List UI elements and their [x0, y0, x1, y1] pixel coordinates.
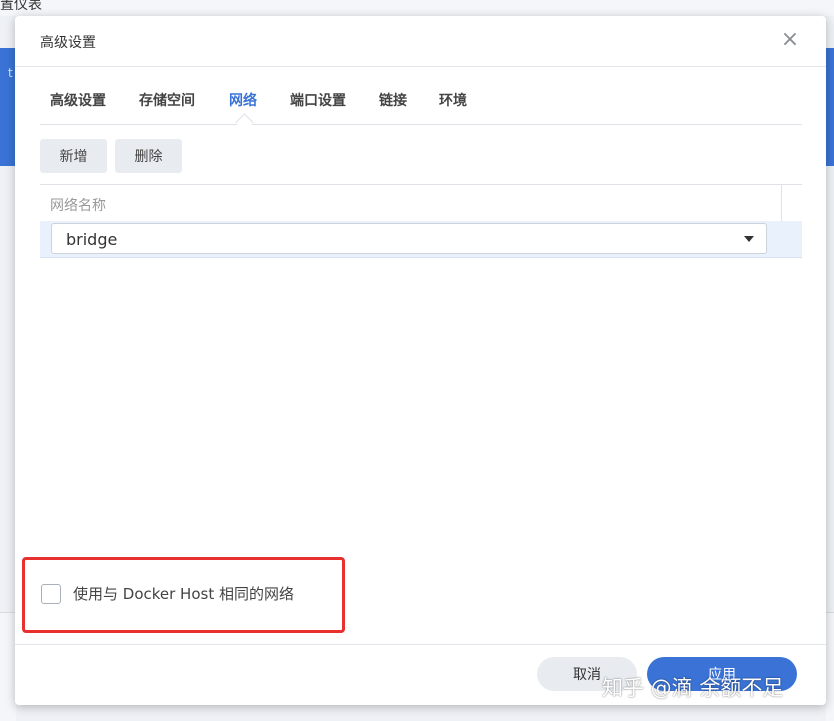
watermark-text: 知乎 @滴 余额不足: [602, 676, 784, 700]
background-left-text: t: [8, 66, 13, 80]
tab-network[interactable]: 网络: [229, 90, 257, 110]
add-button[interactable]: 新增: [40, 139, 107, 173]
host-network-label[interactable]: 使用与 Docker Host 相同的网络: [73, 583, 294, 604]
tab-links[interactable]: 链接: [379, 90, 407, 110]
caret-down-icon[interactable]: [744, 236, 754, 242]
tab-bar: 高级设置 存储空间 网络 端口设置 链接 环境: [40, 86, 802, 132]
dialog-title: 高级设置: [40, 35, 96, 51]
network-select[interactable]: bridge: [51, 223, 767, 254]
tab-port-settings[interactable]: 端口设置: [290, 90, 346, 110]
background-blue-panel-right: [826, 48, 834, 166]
network-table: 网络名称 bridge: [40, 184, 802, 258]
dialog-header: 高级设置 ×: [15, 16, 826, 67]
table-row[interactable]: bridge: [40, 221, 802, 258]
background-lower-left: [0, 612, 16, 721]
column-divider: [781, 185, 782, 221]
background-lower-right: [826, 612, 834, 721]
tab-storage[interactable]: 存储空间: [139, 90, 195, 110]
host-network-checkbox[interactable]: [41, 583, 61, 604]
background-top-bar: 置仪表: [0, 0, 834, 16]
delete-button[interactable]: 删除: [115, 139, 182, 173]
network-select-value: bridge: [66, 230, 118, 249]
tab-environment[interactable]: 环境: [439, 90, 467, 110]
column-header-network-name[interactable]: 网络名称: [50, 195, 106, 215]
table-header: 网络名称: [40, 184, 802, 222]
background-top-text: 置仪表: [0, 0, 42, 13]
tab-advanced-settings[interactable]: 高级设置: [50, 90, 106, 110]
close-icon[interactable]: ×: [778, 28, 802, 52]
host-network-option[interactable]: 使用与 Docker Host 相同的网络: [41, 583, 294, 604]
active-tab-pointer: [235, 113, 254, 132]
